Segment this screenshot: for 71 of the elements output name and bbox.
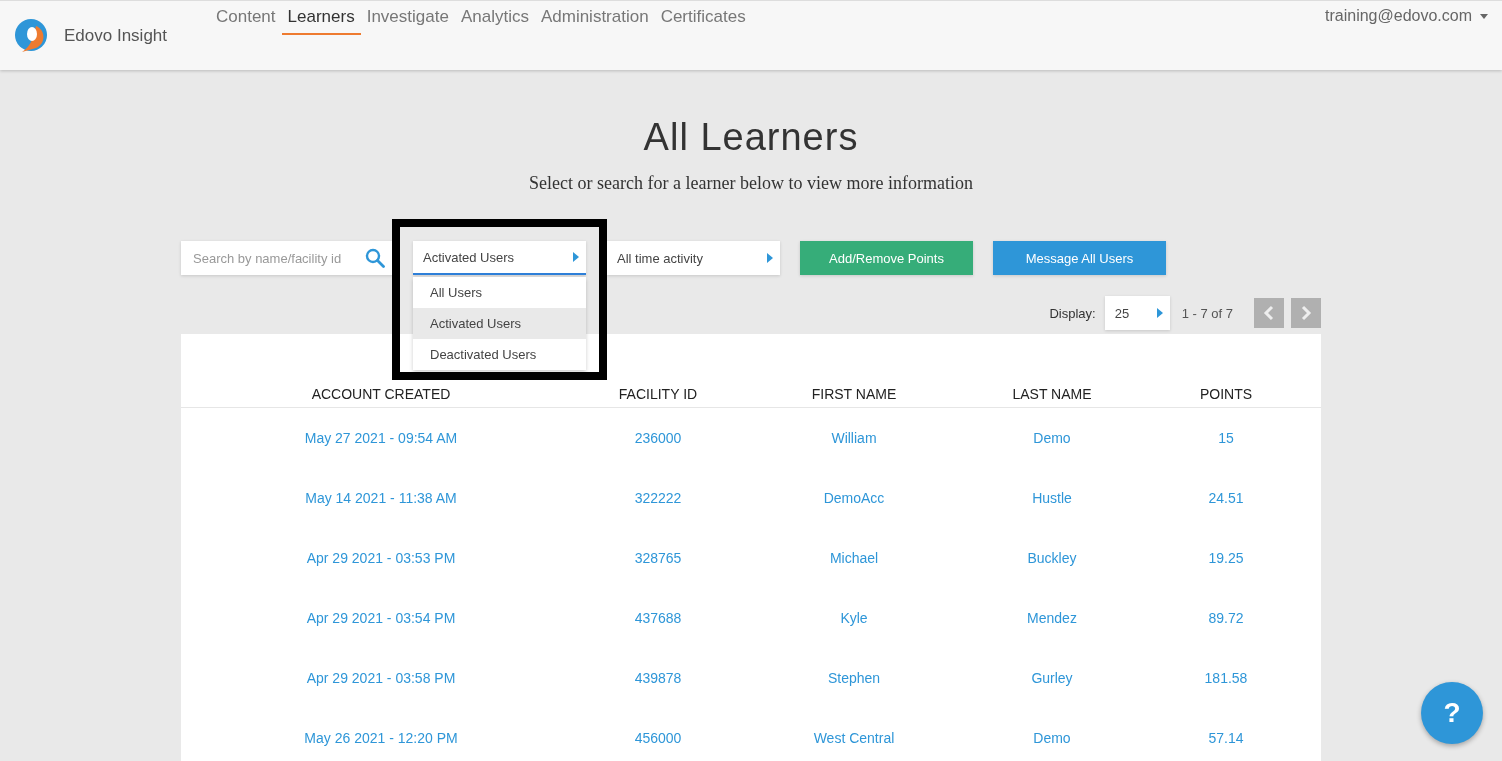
table-cell-link[interactable]: Demo [1033,430,1071,446]
table-cell-link[interactable]: Apr 29 2021 - 03:54 PM [306,610,456,626]
display-label: Display: [1049,305,1096,321]
page-subtitle: Select or search for a learner below to view more information [528,173,974,194]
activity-dropdown[interactable]: All time activity [607,241,780,275]
nav-tab[interactable]: Analytics [454,5,535,35]
table-cell-link[interactable]: May 27 2021 - 09:54 AM [304,430,458,446]
table-cell-link[interactable]: 437688 [634,610,682,626]
table-cell-link[interactable]: 24.51 [1208,490,1244,506]
nav-tab[interactable]: Learners [281,5,361,35]
dropdown-value: All time activity [617,250,703,266]
table-cell-link[interactable]: 19.25 [1208,550,1244,566]
table-cell-link[interactable]: Apr 29 2021 - 03:53 PM [306,550,456,566]
caret-icon [573,252,579,262]
table-cell-link[interactable]: Apr 29 2021 - 03:58 PM [306,670,456,686]
table-cell-link[interactable]: DemoAcc [823,490,885,506]
chevron-left-icon [1263,305,1275,321]
table-cell-link[interactable]: May 14 2021 - 11:38 AM [305,490,457,506]
table-cell-link[interactable]: Demo [1033,730,1071,746]
dropdown-option[interactable]: Activated Users [413,308,586,339]
table-cell-link[interactable]: Kyle [840,610,868,626]
column-header: ACCOUNT CREATED [310,386,452,404]
table-cell-link[interactable]: Hustle [1032,490,1072,506]
table-cell-link[interactable]: 57.14 [1208,730,1244,746]
page-title: All Learners [642,116,860,159]
user-menu[interactable]: training@edovo.com [1325,7,1472,25]
search-icon [365,248,385,268]
action-button[interactable]: Message All Users [993,241,1166,275]
dropdown-value: Activated Users [423,249,515,265]
nav-tab[interactable]: Administration [534,5,655,35]
action-button[interactable]: Add/Remove Points [800,241,973,275]
column-header: POINTS [1198,386,1254,404]
column-header: FACILITY ID [617,386,699,404]
table-cell-link[interactable]: May 26 2021 - 12:20 PM [304,730,458,746]
page-size-dropdown[interactable]: 25 [1104,296,1170,330]
table-cell-link[interactable]: Gurley [1031,670,1073,686]
nav-tab[interactable]: Content [210,5,282,35]
dropdown-value: 25 [1114,305,1130,321]
table-cell-link[interactable]: Buckley [1027,550,1077,566]
chevron-right-icon [1300,305,1312,321]
table-cell-link[interactable]: 15 [1218,430,1234,446]
nav-tab[interactable]: Certificates [654,5,752,35]
table-cell-link[interactable]: William [831,430,877,446]
status-dropdown[interactable]: Activated Users [413,241,586,275]
nav-tab[interactable]: Investigate [360,5,455,35]
caret-icon [1156,308,1163,318]
table-cell-link[interactable]: 328765 [634,550,682,566]
table-cell-link[interactable]: Stephen [827,670,881,686]
table-cell-link[interactable]: Michael [829,550,879,566]
table-cell-link[interactable]: 456000 [634,730,682,746]
previous-page-button[interactable] [1254,298,1284,328]
column-header: LAST NAME [1011,386,1093,404]
caret-icon [767,253,773,263]
dropdown-option[interactable]: All Users [413,277,586,308]
table-cell-link[interactable]: 89.72 [1208,610,1244,626]
logo-icon [14,18,50,54]
table-cell-link[interactable]: Mendez [1027,610,1077,626]
table-cell-link[interactable]: 439878 [634,670,682,686]
page-range: 1 - 7 of 7 [1181,305,1233,321]
help-button[interactable]: ? [1421,682,1483,744]
table-cell-link[interactable]: West Central [813,730,895,746]
table-cell-link[interactable]: 181.58 [1204,670,1248,686]
search-field[interactable]: Search by name/facility id [181,241,393,275]
brand-name: Edovo Insight [64,26,167,46]
next-page-button[interactable] [1291,298,1321,328]
table-cell-link[interactable]: 236000 [634,430,682,446]
table-cell-link[interactable]: 322222 [634,490,682,506]
caret-icon [1480,13,1488,19]
search-input[interactable]: Search by name/facility id [191,249,365,267]
column-header: FIRST NAME [810,386,898,404]
dropdown-option[interactable]: Deactivated Users [413,339,586,370]
